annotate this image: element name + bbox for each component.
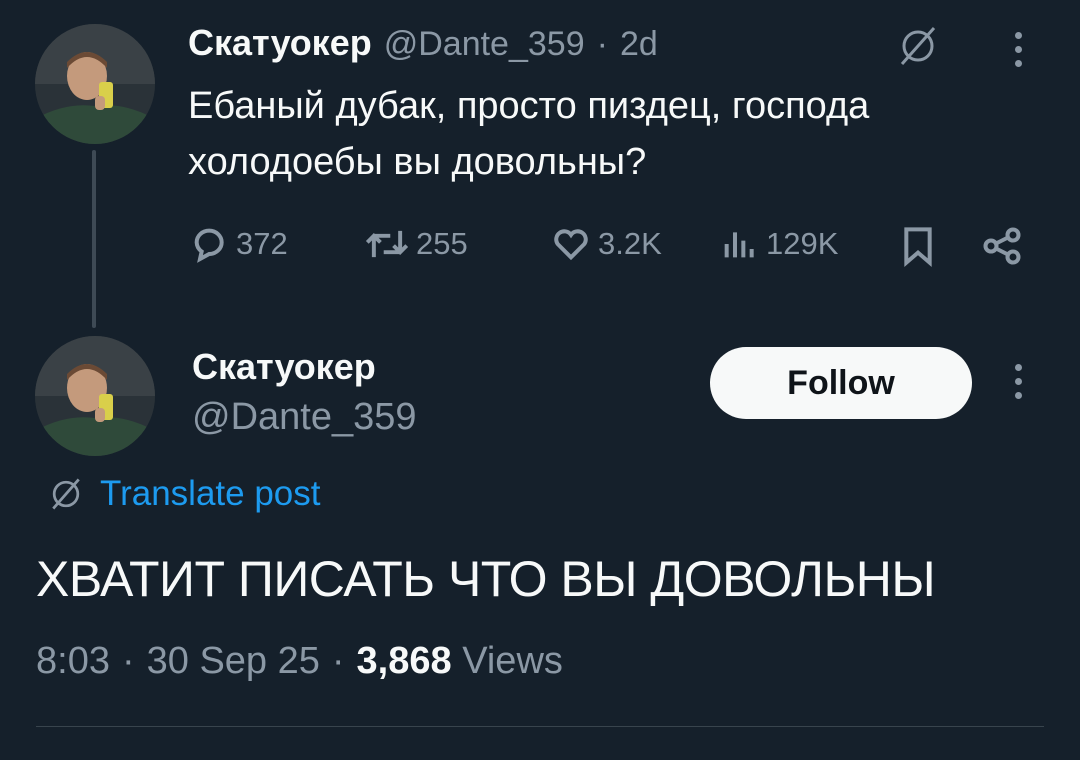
like-count: 3.2K: [598, 226, 662, 261]
timestamp[interactable]: 2d: [620, 25, 658, 64]
like-button[interactable]: 3.2K: [550, 224, 662, 264]
author-handle[interactable]: @Dante_359: [384, 25, 585, 64]
share-button[interactable]: [980, 224, 1024, 273]
tweet-time[interactable]: 8:03: [36, 640, 110, 683]
analytics-icon: [724, 232, 754, 258]
separator: ·: [331, 640, 345, 682]
views-label: Views: [462, 640, 563, 682]
share-icon: [983, 227, 1021, 265]
translate-post-label: Translate post: [100, 474, 321, 513]
reply-header: Скатуокер @Dante_359 · 2d: [188, 22, 658, 64]
more-options-icon[interactable]: [1015, 32, 1022, 67]
avatar[interactable]: [35, 336, 155, 456]
author-name[interactable]: Скатуокер: [188, 22, 372, 64]
more-options-icon[interactable]: [1015, 364, 1022, 399]
reply-text-line: холодоебы вы довольны?: [188, 141, 647, 183]
avatar[interactable]: [35, 24, 155, 144]
separator: ·: [596, 25, 608, 63]
translate-icon[interactable]: [896, 24, 940, 73]
tweet-meta: 8:03 · 30 Sep 25 · 3,868 Views: [36, 640, 563, 683]
reply-count: 372: [236, 226, 288, 261]
retweet-icon: [365, 230, 409, 258]
reply-text: Ебаный дубак, просто пиздец, господа хол…: [188, 78, 869, 190]
retweet-count: 255: [416, 226, 468, 261]
follow-button[interactable]: Follow: [710, 347, 972, 419]
translate-post-link[interactable]: Translate post: [46, 474, 320, 514]
reply-icon: [194, 228, 224, 263]
views-count: 129K: [766, 226, 839, 261]
heart-icon: [554, 229, 588, 261]
separator: ·: [121, 640, 135, 682]
views-count[interactable]: 3,868: [357, 640, 452, 682]
avatar-photo: [35, 336, 155, 456]
thread-line: [92, 150, 96, 328]
bookmark-icon: [904, 227, 932, 268]
tweet-date[interactable]: 30 Sep 25: [147, 640, 320, 683]
divider: [36, 726, 1044, 727]
views-button[interactable]: 129K: [720, 224, 838, 264]
retweet-button[interactable]: 255: [364, 224, 468, 264]
author-handle[interactable]: @Dante_359: [192, 396, 417, 439]
avatar-photo: [35, 24, 155, 144]
bookmark-button[interactable]: [898, 224, 938, 273]
reply-button[interactable]: 372: [190, 224, 288, 264]
author-name[interactable]: Скатуокер: [192, 346, 376, 388]
translate-icon: [52, 478, 80, 510]
reply-text-line: Ебаный дубак, просто пиздец, господа: [188, 85, 870, 127]
tweet-text: ХВАТИТ ПИСАТЬ ЧТО ВЫ ДОВОЛЬНЫ: [36, 551, 936, 607]
